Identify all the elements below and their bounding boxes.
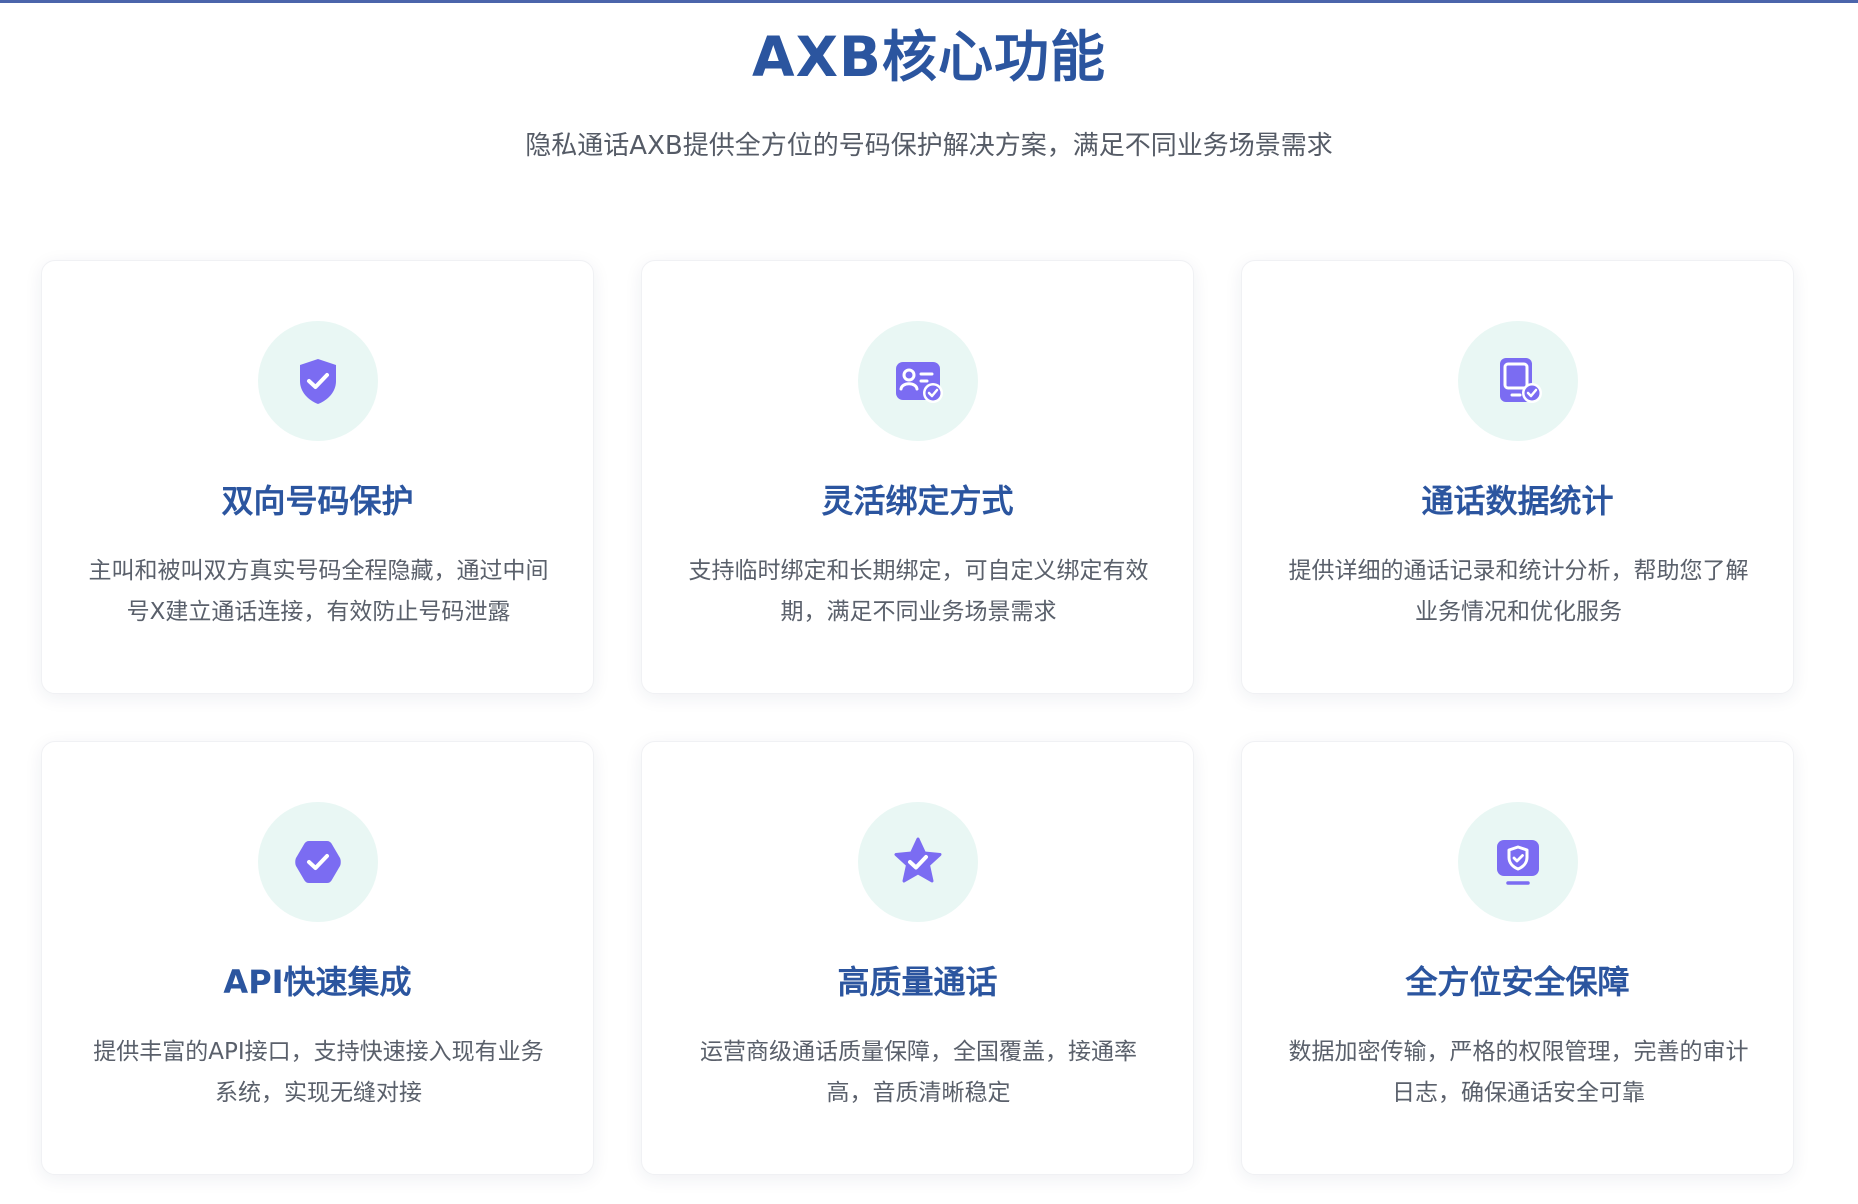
feature-title: 灵活绑定方式	[821, 482, 1014, 520]
feature-description: 提供详细的通话记录和统计分析，帮助您了解业务情况和优化服务	[1288, 558, 1749, 625]
tablet-check-icon	[1499, 358, 1542, 403]
feature-icon-wrapper	[1457, 321, 1578, 441]
monitor-shield-icon	[1496, 840, 1539, 885]
feature-icon-wrapper	[857, 321, 978, 441]
feature-description: 主叫和被叫双方真实号码全程隐藏，通过中间号X建立通话连接，有效防止号码泄露	[88, 558, 549, 625]
feature-description: 运营商级通话质量保障，全国覆盖，接通率高，音质清晰稳定	[700, 1039, 1137, 1106]
feature-card-security: 全方位安全保障 数据加密传输，严格的权限管理，完善的审计日志，确保通话安全可靠	[1241, 741, 1794, 1175]
badge-check-icon	[294, 841, 341, 883]
feature-card-flexible-binding: 灵活绑定方式 支持临时绑定和长期绑定，可自定义绑定有效期，满足不同业务场景需求	[641, 260, 1194, 694]
feature-icon-wrapper	[257, 802, 378, 922]
feature-description: 提供丰富的API接口，支持快速接入现有业务系统，实现无缝对接	[93, 1039, 544, 1106]
feature-card-two-way-protection: 双向号码保护 主叫和被叫双方真实号码全程隐藏，通过中间号X建立通话连接，有效防止…	[41, 260, 594, 694]
feature-icon-wrapper	[1457, 802, 1578, 922]
feature-card-high-quality-call: 高质量通话 运营商级通话质量保障，全国覆盖，接通率高，音质清晰稳定	[641, 741, 1194, 1175]
section-title: AXB核心功能	[752, 25, 1106, 89]
feature-title: 高质量通话	[837, 963, 998, 1001]
feature-icon-wrapper	[857, 802, 978, 922]
shield-check-icon	[299, 359, 336, 404]
contact-card-check-icon	[895, 362, 943, 403]
feature-description: 支持临时绑定和长期绑定，可自定义绑定有效期，满足不同业务场景需求	[688, 558, 1149, 625]
feature-card-api-integration: API快速集成 提供丰富的API接口，支持快速接入现有业务系统，实现无缝对接	[41, 741, 594, 1175]
features-section: AXB核心功能 隐私通话AXB提供全方位的号码保护解决方案，满足不同业务场景需求…	[0, 0, 1858, 1204]
feature-icon-wrapper	[257, 321, 378, 441]
top-border	[0, 0, 1858, 3]
feature-title: 通话数据统计	[1421, 482, 1614, 520]
feature-title: API快速集成	[223, 963, 412, 1001]
feature-card-call-statistics: 通话数据统计 提供详细的通话记录和统计分析，帮助您了解业务情况和优化服务	[1241, 260, 1794, 694]
feature-title: 双向号码保护	[221, 482, 414, 520]
feature-title: 全方位安全保障	[1405, 963, 1630, 1001]
feature-description: 数据加密传输，严格的权限管理，完善的审计日志，确保通话安全可靠	[1288, 1039, 1749, 1106]
feature-grid: 双向号码保护 主叫和被叫双方真实号码全程隐藏，通过中间号X建立通话连接，有效防止…	[41, 260, 1794, 1175]
section-subtitle: 隐私通话AXB提供全方位的号码保护解决方案，满足不同业务场景需求	[525, 131, 1333, 161]
star-check-icon	[894, 837, 941, 883]
